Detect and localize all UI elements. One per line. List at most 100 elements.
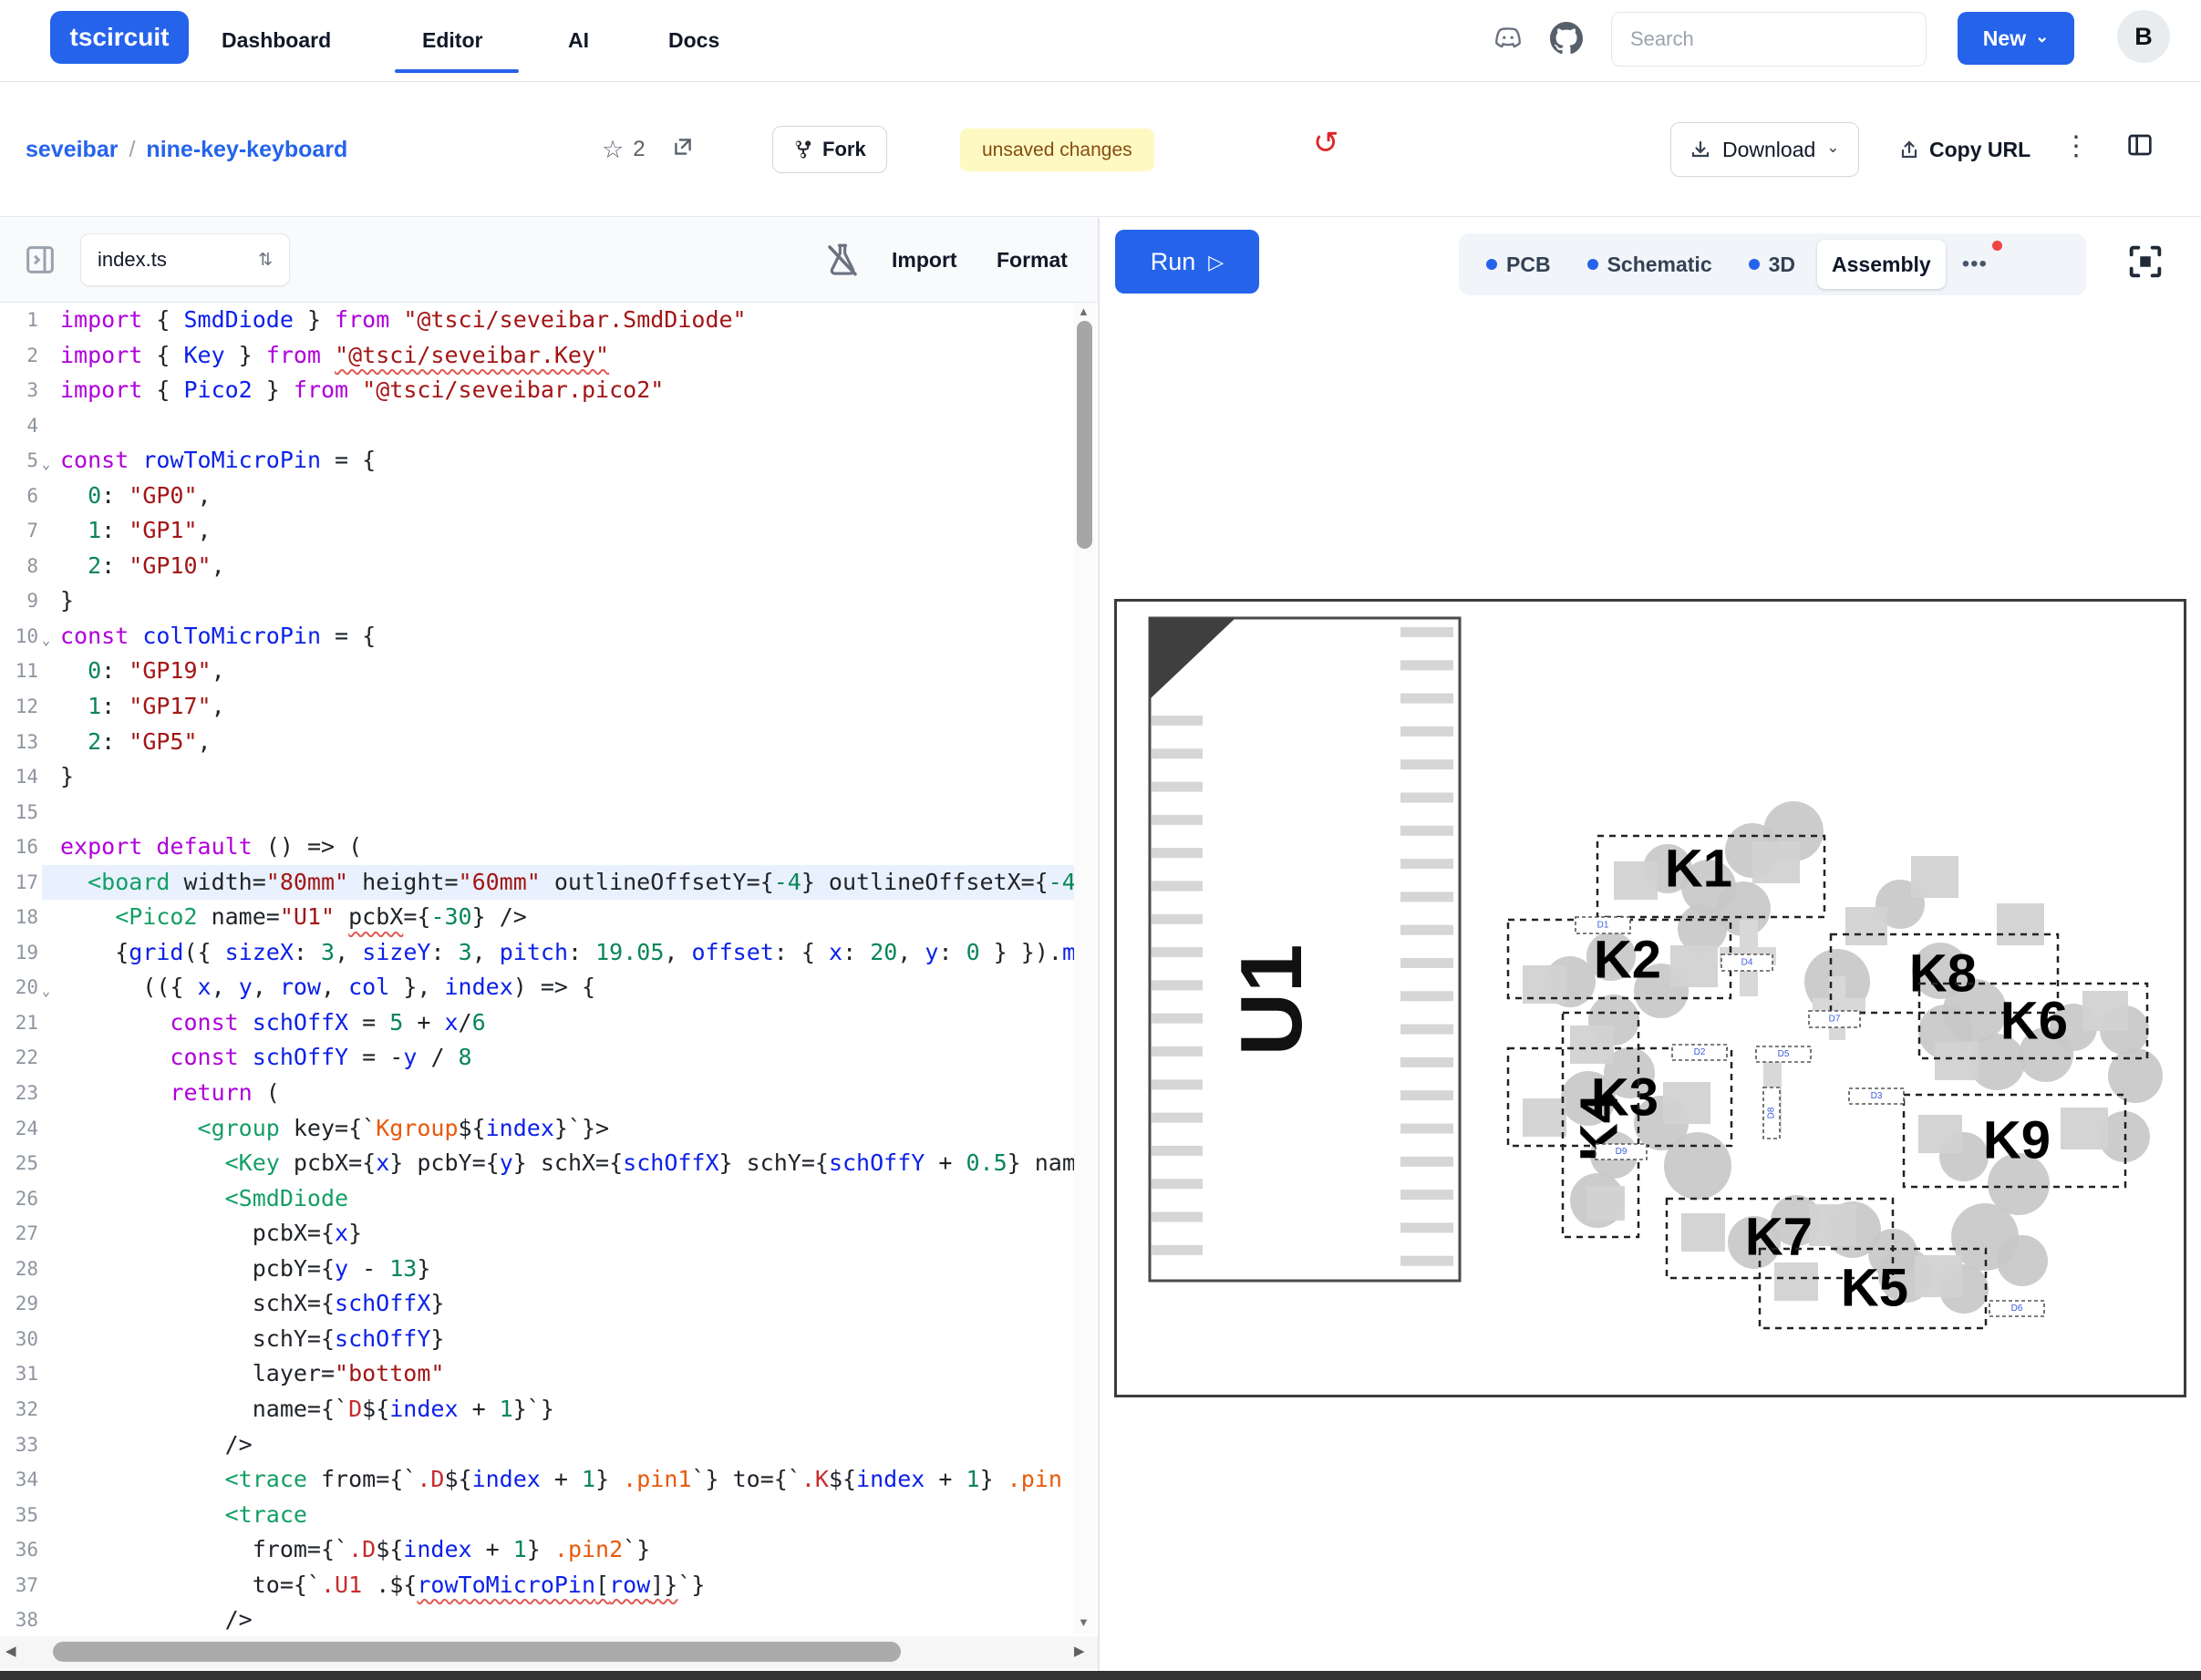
horizontal-scroll-thumb[interactable]	[53, 1642, 901, 1662]
editor-horizontal-scrollbar[interactable]: ◀ ▶	[0, 1636, 1099, 1669]
code-line[interactable]: 33 />	[0, 1427, 1074, 1463]
u1-pin	[1400, 759, 1453, 769]
diode-label-d6: D6	[2011, 1304, 2023, 1314]
code-line[interactable]: 5⌄const rowToMicroPin = {	[0, 443, 1074, 479]
code-line[interactable]: 12 1: "GP17",	[0, 689, 1074, 725]
editor-vertical-scrollbar[interactable]: ▲ ▼	[1074, 303, 1096, 1635]
code-line[interactable]: 6 0: "GP0",	[0, 479, 1074, 514]
star-icon[interactable]: ☆	[602, 136, 624, 164]
key-label-k6: K6	[2000, 992, 2068, 1051]
tabs-more-button[interactable]: •••	[1953, 252, 1997, 277]
code-line[interactable]: 27 pcbX={x}	[0, 1216, 1074, 1252]
diode-label-d9: D9	[1616, 1147, 1628, 1157]
code-editor[interactable]: 1import { SmdDiode } from "@tsci/seveiba…	[0, 303, 1074, 1635]
new-button[interactable]: New ⌄	[1958, 12, 2074, 65]
code-line[interactable]: 28 pcbY={y - 13}	[0, 1252, 1074, 1287]
diode-label-d8: D8	[1767, 1107, 1777, 1118]
external-link-icon[interactable]	[671, 135, 695, 165]
code-line[interactable]: 8 2: "GP10",	[0, 549, 1074, 584]
scroll-up-icon[interactable]: ▲	[1078, 304, 1090, 318]
code-line[interactable]: 23 return (	[0, 1076, 1074, 1111]
panel-divider[interactable]	[1098, 218, 1100, 1671]
code-line[interactable]: 15	[0, 795, 1074, 830]
code-line[interactable]: 3import { Pico2 } from "@tsci/seveibar.p…	[0, 373, 1074, 408]
copy-url-button[interactable]: Copy URL	[1898, 122, 2030, 177]
nav-item-dashboard[interactable]: Dashboard	[222, 0, 331, 81]
code-line[interactable]: 18 <Pico2 name="U1" pcbX={-30} />	[0, 900, 1074, 935]
key-label-k7: K7	[1745, 1208, 1813, 1267]
assembly-canvas[interactable]: U1K1K2K3K4K8K6K9K7K5D1D4D7D2D5D8D3D9D6	[1114, 599, 2186, 1397]
code-line[interactable]: 36 from={`.D${index + 1} .pin2`}	[0, 1532, 1074, 1568]
code-line[interactable]: 9}	[0, 583, 1074, 619]
more-menu-icon[interactable]: ⋮	[2062, 130, 2090, 162]
code-line[interactable]: 22 const schOffY = -y / 8	[0, 1040, 1074, 1076]
tab-pcb[interactable]: PCB	[1472, 240, 1566, 289]
code-line[interactable]: 25 <Key pcbX={x} pcbY={y} schX={schOffX}…	[0, 1146, 1074, 1181]
tab-assembly[interactable]: Assembly	[1817, 240, 1946, 289]
fold-icon[interactable]: ⌄	[42, 974, 50, 1009]
code-line[interactable]: 11 0: "GP19",	[0, 654, 1074, 689]
owner-link[interactable]: seveibar	[26, 137, 118, 163]
tscircuit-logo[interactable]: tscircuit	[50, 11, 189, 64]
code-line[interactable]: 19 {grid({ sizeX: 3, sizeY: 3, pitch: 19…	[0, 935, 1074, 971]
undo-icon[interactable]: ↺	[1313, 125, 1339, 161]
code-line[interactable]: 32 name={`D${index + 1}`}	[0, 1392, 1074, 1427]
diode-label-d2: D2	[1694, 1047, 1706, 1057]
code-line[interactable]: 24 <group key={`Kgroup${index}`}>	[0, 1111, 1074, 1147]
project-bar: seveibar / nine-key-keyboard ☆ 2 Fork un…	[0, 83, 2201, 217]
scroll-left-icon[interactable]: ◀	[5, 1643, 16, 1659]
scroll-right-icon[interactable]: ▶	[1074, 1643, 1085, 1659]
star-group[interactable]: ☆ 2	[602, 83, 695, 216]
github-icon[interactable]	[1550, 22, 1583, 55]
nav-item-ai[interactable]: AI	[568, 0, 589, 81]
import-button[interactable]: Import	[892, 218, 957, 302]
vertical-scroll-thumb[interactable]	[1077, 321, 1092, 549]
code-line[interactable]: 16export default () => (	[0, 830, 1074, 865]
code-line[interactable]: 10⌄const colToMicroPin = {	[0, 619, 1074, 654]
code-line[interactable]: 21 const schOffX = 5 + x/6	[0, 1005, 1074, 1041]
code-line[interactable]: 7 1: "GP1",	[0, 513, 1074, 549]
code-line[interactable]: 17 <board width="80mm" height="60mm" out…	[0, 865, 1074, 901]
code-line[interactable]: 34 <trace from={`.D${index + 1} .pin1`} …	[0, 1462, 1074, 1498]
fork-button[interactable]: Fork	[772, 126, 887, 173]
code-line[interactable]: 29 schX={schOffX}	[0, 1286, 1074, 1322]
code-line[interactable]: 30 schY={schOffY}	[0, 1322, 1074, 1357]
code-line[interactable]: 4	[0, 408, 1074, 444]
code-line[interactable]: 14}	[0, 759, 1074, 795]
code-line[interactable]: 2import { Key } from "@tsci/seveibar.Key…	[0, 338, 1074, 374]
code-line[interactable]: 1import { SmdDiode } from "@tsci/seveiba…	[0, 303, 1074, 338]
pad-square	[1935, 1042, 1979, 1080]
fullscreen-icon[interactable]	[2124, 241, 2166, 287]
run-button[interactable]: Run ▷	[1115, 230, 1259, 294]
flask-off-icon[interactable]	[823, 241, 862, 283]
code-line[interactable]: 26 <SmdDiode	[0, 1181, 1074, 1217]
download-button[interactable]: Download ⌄	[1670, 122, 1859, 177]
nav-item-docs[interactable]: Docs	[668, 0, 719, 81]
u1-pin	[1400, 1222, 1453, 1232]
u1-pin	[1152, 1079, 1203, 1089]
avatar[interactable]: B	[2117, 10, 2170, 63]
search-input[interactable]: Search	[1611, 12, 1927, 67]
toggle-panel-icon[interactable]	[2124, 130, 2155, 164]
sidebar-expand-icon[interactable]	[22, 240, 58, 284]
tab-3d[interactable]: 3D	[1734, 240, 1810, 289]
fold-icon[interactable]: ⌄	[42, 623, 50, 658]
pad-square	[1845, 907, 1887, 945]
code-line[interactable]: 13 2: "GP5",	[0, 725, 1074, 760]
project-link[interactable]: nine-key-keyboard	[146, 137, 347, 163]
code-line[interactable]: 37 to={`.U1 .${rowToMicroPin[row]}`}	[0, 1568, 1074, 1603]
file-select[interactable]: index.ts ⇅	[80, 233, 290, 286]
format-button[interactable]: Format	[997, 218, 1068, 302]
code-line[interactable]: 20⌄ (({ x, y, row, col }, index) => {	[0, 970, 1074, 1005]
fold-icon[interactable]: ⌄	[42, 447, 50, 482]
unsaved-changes-badge: unsaved changes	[960, 129, 1154, 171]
code-line[interactable]: 35 <trace	[0, 1498, 1074, 1533]
discord-icon[interactable]	[1492, 22, 1524, 55]
star-count: 2	[633, 137, 645, 162]
scroll-down-icon[interactable]: ▼	[1078, 1615, 1090, 1629]
line-number: 37	[0, 1568, 38, 1603]
code-line[interactable]: 38 />	[0, 1603, 1074, 1635]
code-line[interactable]: 31 layer="bottom"	[0, 1356, 1074, 1392]
tab-schematic[interactable]: Schematic	[1573, 240, 1727, 289]
u1-pin	[1400, 991, 1453, 1001]
